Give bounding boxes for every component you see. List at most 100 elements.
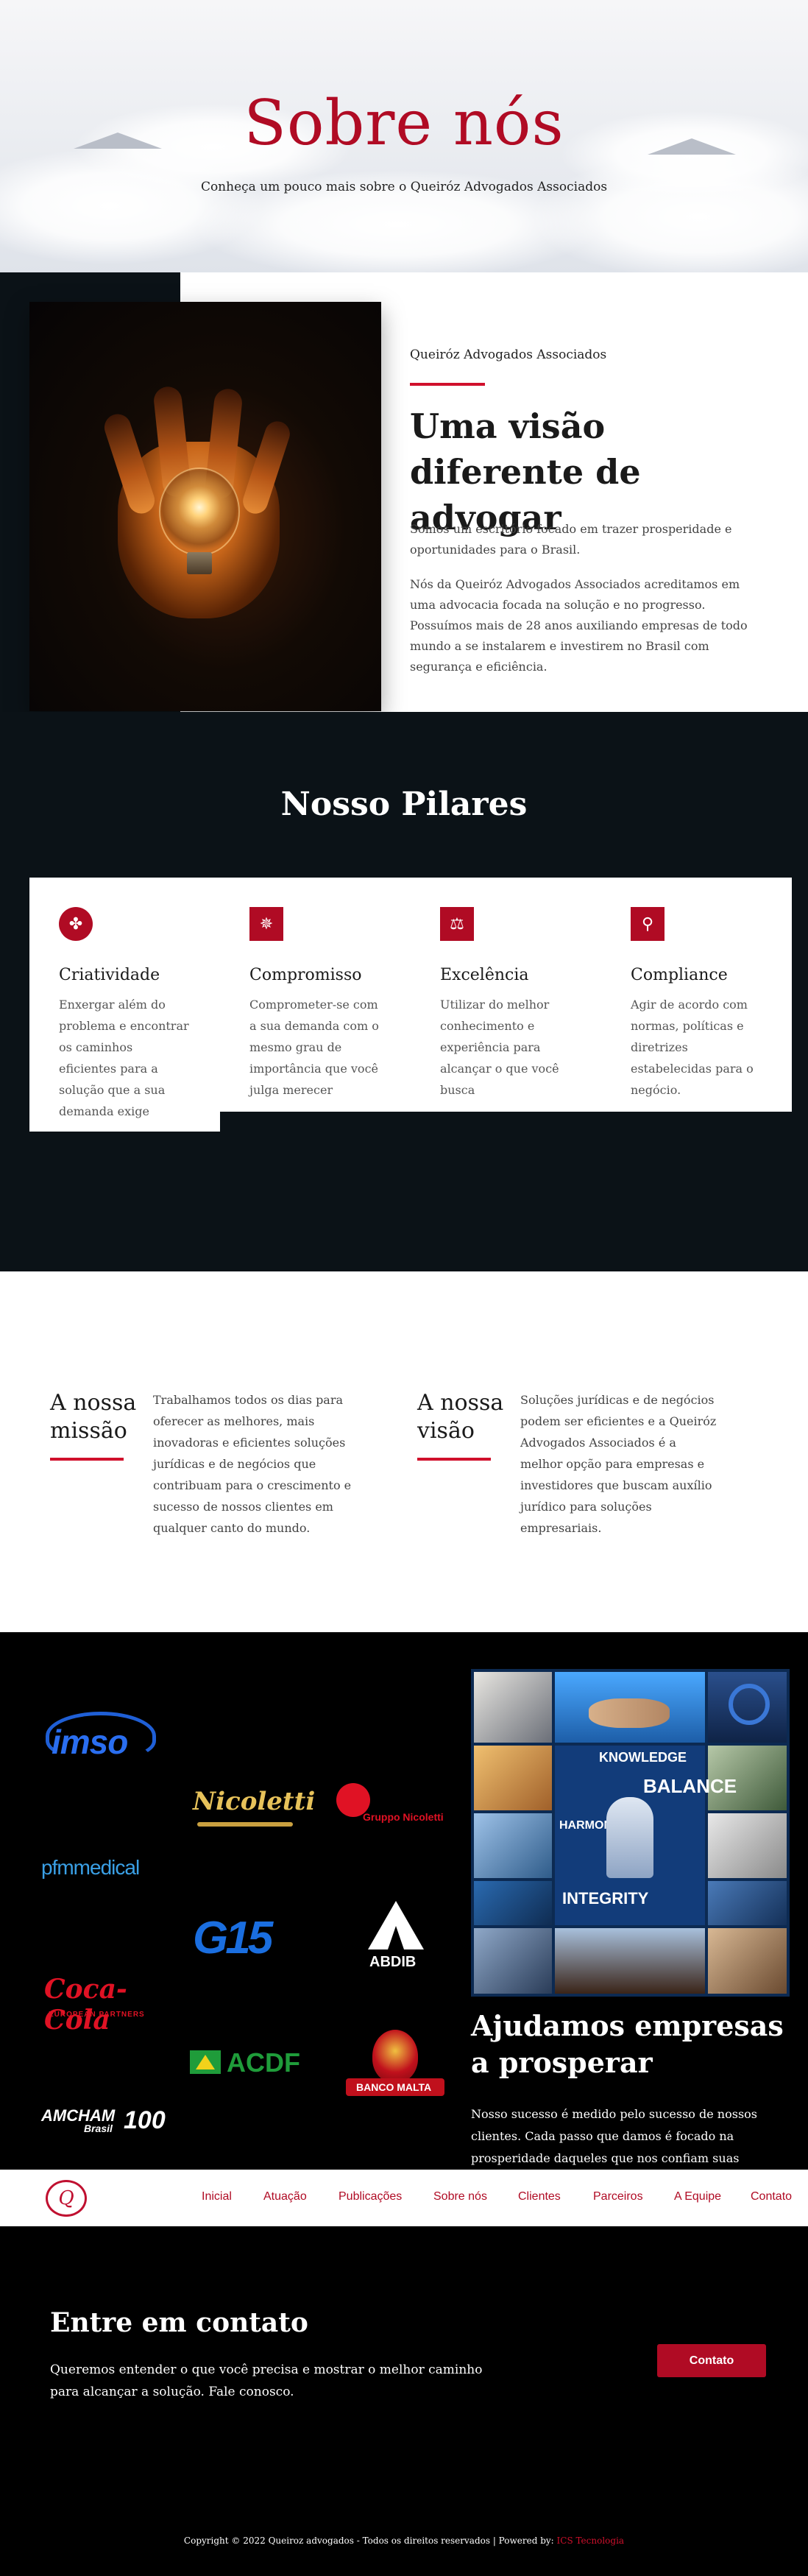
nav-item-atuacao[interactable]: Atuação [263,2190,307,2203]
page-subtitle: Conheça um pouco mais sobre o Queiróz Ad… [200,180,608,194]
help-title: Ajudamos empresas a prosperar [471,2009,784,2079]
lightbulb-hand-image [29,302,381,711]
nicoletti-underline [197,1822,293,1827]
lightbulb-graphic [159,467,240,556]
accent-rule [410,383,485,386]
contact-title: Entre em contato [50,2307,308,2338]
mission-vision-section: A nossa missão Trabalhamos todos os dias… [0,1271,808,1632]
collage-word: KNOWLEDGE [599,1750,687,1765]
nav-item-sobre-nos[interactable]: Sobre nós [433,2190,487,2203]
pin-icon: ⚲ [631,907,665,941]
buddha-graphic [606,1797,653,1878]
coca-cola-logo: Coca-Cola EUROPEAN PARTNERS [41,1972,166,2036]
amcham-brasil-text: Brasil [84,2122,113,2134]
collage-tile [708,1928,787,1994]
imso-logo: imso [43,1712,160,1763]
handshake-graphic [589,1698,670,1728]
pilar-title: Compromisso [249,966,362,984]
pilar-card: ⚲ Compliance Agir de acordo com normas, … [601,878,792,1112]
gruppo-text: Gruppo Nicoletti [363,1811,444,1823]
keywords-graphic: KNOWLEDGE BALANCE HARMONY INTEGRITY [555,1746,737,1925]
collage-word: INTEGRITY [562,1889,649,1908]
amcham-100-text: 100 [124,2106,166,2134]
scale-icon: ⚖ [440,907,474,941]
contact-text: Queremos entender o que você precisa e m… [50,2362,483,2399]
business-collage-image: KNOWLEDGE BALANCE HARMONY INTEGRITY [471,1669,790,1997]
page-title: Sobre nós [244,87,564,159]
accent-rule [50,1458,124,1461]
abdib-text: ABDIB [369,1954,417,1970]
clients-section: imso Nicoletti Gruppo Nicoletti pfmmedic… [0,1632,808,2170]
lightbulb-base-graphic [187,552,212,574]
coca-cola-text: Coca-Cola [44,1974,127,2036]
collage-tile [474,1928,552,1994]
collage-tile [474,1813,552,1878]
pfm-text: pfmmedical [41,1856,140,1879]
copyright: Copyright © 2022 Queiroz advogados - Tod… [0,2536,808,2546]
about-paragraph: Somos um escritório focado em trazer pro… [410,522,732,557]
hero-section: Sobre nós Conheça um pouco mais sobre o … [0,0,808,272]
pilar-card: ✤ Criatividade Enxergar além do problema… [29,878,220,1132]
banco-malta-crest [372,2030,418,2083]
abdib-logo: ABDIB [352,1901,440,1975]
pilar-title: Criatividade [59,966,160,984]
collage-tile [474,1881,552,1925]
contact-button[interactable]: Contato [657,2344,766,2377]
copyright-text: Copyright © 2022 Queiroz advogados - Tod… [183,2536,557,2546]
euro-graphic [729,1684,770,1725]
pilares-cards: ✤ Criatividade Enxergar além do problema… [29,878,792,1132]
nav-item-inicial[interactable]: Inicial [202,2190,232,2203]
collage-tile [708,1813,787,1878]
collage-tile [474,1746,552,1810]
about-kicker: Queiróz Advogados Associados [410,347,607,362]
acdf-logo: ACDF [190,2044,315,2081]
acdf-flag-diamond [196,2055,215,2069]
nicoletti-text: Nicoletti [193,1787,316,1816]
nav-item-publicacoes[interactable]: Publicações [339,2190,402,2203]
contact-section: Entre em contato Queremos entender o que… [0,2226,808,2576]
pfm-medical-logo: pfmmedical [41,1853,174,1882]
nav-item-equipe[interactable]: A Equipe [674,2190,721,2203]
banco-malta-text: BANCO MALTA [356,2081,432,2093]
nav-item-clientes[interactable]: Clientes [518,2190,561,2203]
collage-tile [555,1928,705,1994]
pilar-text: Utilizar do melhor conhecimento e experi… [440,998,559,1097]
nicoletti-logo: Nicoletti [193,1779,315,1831]
gruppo-nicoletti-logo: Gruppo Nicoletti [333,1783,462,1827]
help-text: Nosso sucesso é medido pelo sucesso de n… [471,2107,758,2165]
nav-item-parceiros[interactable]: Parceiros [593,2190,643,2203]
banco-malta-logo: BANCO MALTA [339,2030,453,2103]
pilar-text: Agir de acordo com normas, políticas e d… [631,998,754,1097]
g15-text: G15 [193,1913,273,1963]
gear-icon: ✵ [249,907,283,941]
pilares-title: Nosso Pilares [280,786,528,823]
coca-cola-subtext: EUROPEAN PARTNERS [49,2011,145,2019]
vision-title: A nossa visão [417,1390,504,1444]
collage-tile [708,1881,787,1925]
accent-rule [417,1458,491,1461]
mission-text: Trabalhamos todos os dias para oferecer … [153,1393,352,1535]
nav-item-contato[interactable]: Contato [751,2190,792,2203]
about-section: Queiróz Advogados Associados Uma visão d… [0,272,808,712]
logo-icon[interactable]: Q [46,2180,87,2217]
swirl-icon: ✤ [59,907,93,941]
collage-word: BALANCE [643,1775,737,1797]
acdf-text: ACDF [227,2047,300,2078]
pilares-section: Nosso Pilares ✤ Criatividade Enxergar al… [0,712,808,1271]
pilar-card: ✵ Compromisso Comprometer-se com a sua d… [220,878,411,1112]
pilar-text: Comprometer-se com a sua demanda com o m… [249,998,379,1097]
about-paragraph: Nós da Queiróz Advogados Associados acre… [410,577,748,674]
collage-tile [474,1672,552,1743]
abdib-triangle-cut [388,1926,404,1949]
amcham-logo: AMCHAM Brasil 100 [41,2103,174,2140]
imso-text: imso [52,1723,128,1761]
g15-logo: G15 [193,1912,303,1967]
vision-text: Soluções jurídicas e de negócios podem s… [520,1393,717,1535]
pilar-card: ⚖ Excelência Utilizar do melhor conhecim… [411,878,601,1112]
pilar-title: Compliance [631,966,728,984]
pilar-title: Excelência [440,966,529,984]
navbar: Q Inicial Atuação Publicações Sobre nós … [0,2170,808,2226]
ics-tecnologia-link[interactable]: ICS Tecnologia [557,2536,625,2546]
mission-title: A nossa missão [50,1390,137,1444]
pilar-text: Enxergar além do problema e encontrar os… [59,998,189,1118]
